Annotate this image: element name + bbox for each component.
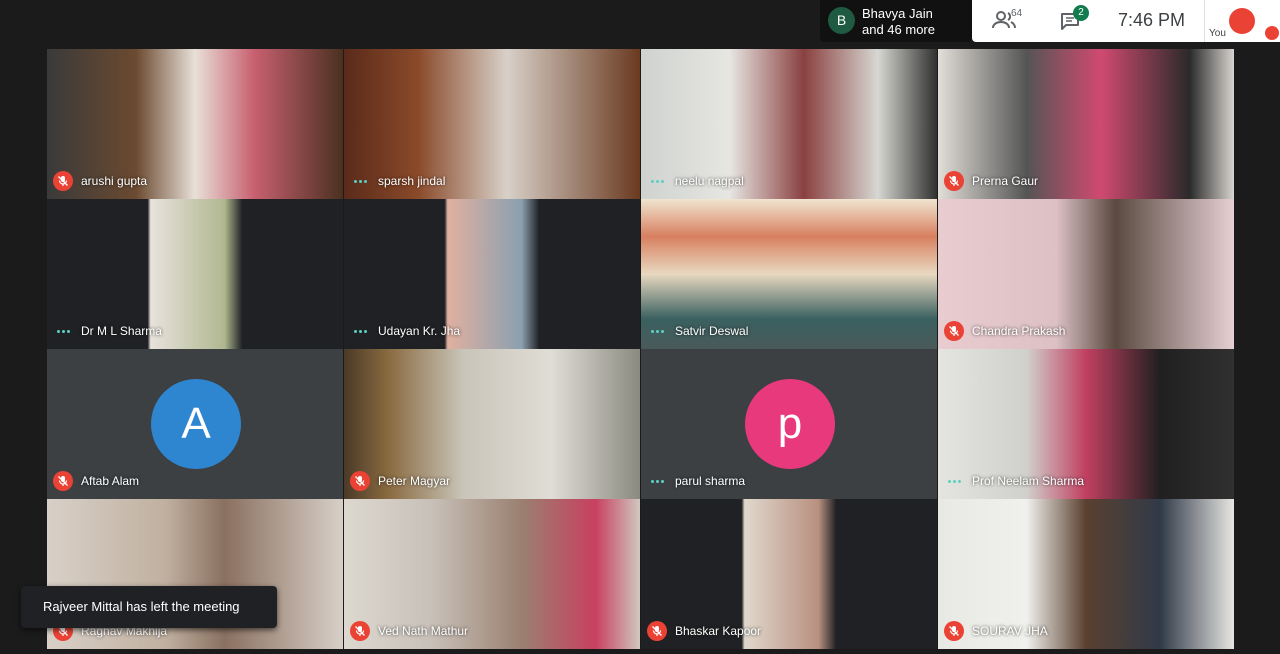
participant-tile[interactable]: Prof Neelam Sharma: [938, 349, 1234, 499]
mic-slash-glyph: [949, 326, 959, 336]
participant-name: Bhaskar Kapoor: [675, 624, 762, 638]
participant-name: Prof Neelam Sharma: [972, 474, 1085, 488]
participant-tile[interactable]: Peter Magyar: [344, 349, 640, 499]
participant-name: sparsh jindal: [378, 174, 446, 188]
audio-activity-icon: [350, 171, 370, 191]
self-tile[interactable]: You: [1204, 0, 1280, 42]
top-bar: 64 2 7:46 PM You: [972, 0, 1280, 42]
mic-off-icon: [53, 171, 73, 191]
participant-label: Satvir Deswal: [647, 321, 748, 341]
participant-avatar: A: [151, 379, 241, 469]
audio-activity-icon: [53, 321, 73, 341]
participant-label: parul sharma: [647, 471, 745, 491]
mic-off-icon: [944, 321, 964, 341]
others-indicator[interactable]: B Bhavya Jain and 46 more: [820, 0, 972, 42]
audio-activity-icon: [647, 171, 667, 191]
people-count: 64: [1011, 8, 1023, 19]
participant-label: Chandra Prakash: [944, 321, 1065, 341]
audio-activity-icon: [647, 321, 667, 341]
participant-label: neelu nagpal: [647, 171, 744, 191]
participant-label: Udayan Kr. Jha: [350, 321, 460, 341]
others-name: Bhavya Jain: [862, 6, 933, 21]
participant-label: Dr M L Sharma: [53, 321, 162, 341]
participant-name: Udayan Kr. Jha: [378, 324, 461, 338]
mic-slash-glyph: [355, 476, 365, 486]
participant-label: Bhaskar Kapoor: [647, 621, 761, 641]
participant-name: Ved Nath Mathur: [378, 624, 469, 638]
participant-name: arushi gupta: [81, 174, 148, 188]
participant-name: Chandra Prakash: [972, 324, 1066, 338]
participant-tile[interactable]: sparsh jindal: [344, 49, 640, 199]
participant-name: Peter Magyar: [378, 474, 451, 488]
mic-slash-glyph: [355, 626, 365, 636]
participant-tile[interactable]: Satvir Deswal: [641, 199, 937, 349]
participant-tile[interactable]: Prerna Gaur: [938, 49, 1234, 199]
self-avatar: [1229, 8, 1255, 34]
participant-tile[interactable]: Chandra Prakash: [938, 199, 1234, 349]
participant-tile[interactable]: A Aftab Alam: [47, 349, 343, 499]
participant-avatar: p: [745, 379, 835, 469]
participant-tile[interactable]: SOURAV JHA: [938, 499, 1234, 649]
notification-toast: Rajveer Mittal has left the meeting: [21, 586, 277, 628]
participant-tile[interactable]: Bhaskar Kapoor: [641, 499, 937, 649]
mic-off-icon: [53, 471, 73, 491]
participant-tile[interactable]: p parul sharma: [641, 349, 937, 499]
participant-name: Dr M L Sharma: [81, 324, 162, 338]
audio-activity-icon: [350, 321, 370, 341]
mic-off-icon: [944, 171, 964, 191]
mic-off-icon: [647, 621, 667, 641]
others-avatar: B: [828, 7, 855, 34]
clock: 7:46 PM: [1118, 10, 1186, 30]
mic-slash-glyph: [58, 176, 68, 186]
mic-off-icon: [350, 621, 370, 641]
participant-name: SOURAV JHA: [972, 624, 1048, 638]
self-label: You: [1209, 28, 1226, 39]
mic-off-icon: [350, 471, 370, 491]
participant-label: Peter Magyar: [350, 471, 450, 491]
mic-slash-glyph: [652, 626, 662, 636]
participant-name: parul sharma: [675, 474, 746, 488]
others-more: and 46 more: [862, 22, 935, 37]
participant-label: Ved Nath Mathur: [350, 621, 468, 641]
participant-label: SOURAV JHA: [944, 621, 1048, 641]
mic-off-icon: [1265, 26, 1279, 40]
participant-label: arushi gupta: [53, 171, 147, 191]
participant-name: neelu nagpal: [675, 174, 744, 188]
participant-name: Satvir Deswal: [675, 324, 749, 338]
participant-tile[interactable]: Dr M L Sharma: [47, 199, 343, 349]
participant-label: sparsh jindal: [350, 171, 445, 191]
mic-slash-glyph: [949, 176, 959, 186]
participant-label: Aftab Alam: [53, 471, 139, 491]
mic-slash-glyph: [58, 476, 68, 486]
mic-slash-glyph: [949, 626, 959, 636]
mic-off-icon: [944, 621, 964, 641]
participant-tile[interactable]: Udayan Kr. Jha: [344, 199, 640, 349]
participant-name: Aftab Alam: [81, 474, 140, 488]
participant-tile[interactable]: Ved Nath Mathur: [344, 499, 640, 649]
participant-tile[interactable]: neelu nagpal: [641, 49, 937, 199]
audio-activity-icon: [647, 471, 667, 491]
participant-tile[interactable]: arushi gupta: [47, 49, 343, 199]
chat-badge: 2: [1073, 5, 1089, 21]
participant-label: Prerna Gaur: [944, 171, 1038, 191]
participant-label: Prof Neelam Sharma: [944, 471, 1084, 491]
audio-activity-icon: [944, 471, 964, 491]
participant-name: Prerna Gaur: [972, 174, 1039, 188]
